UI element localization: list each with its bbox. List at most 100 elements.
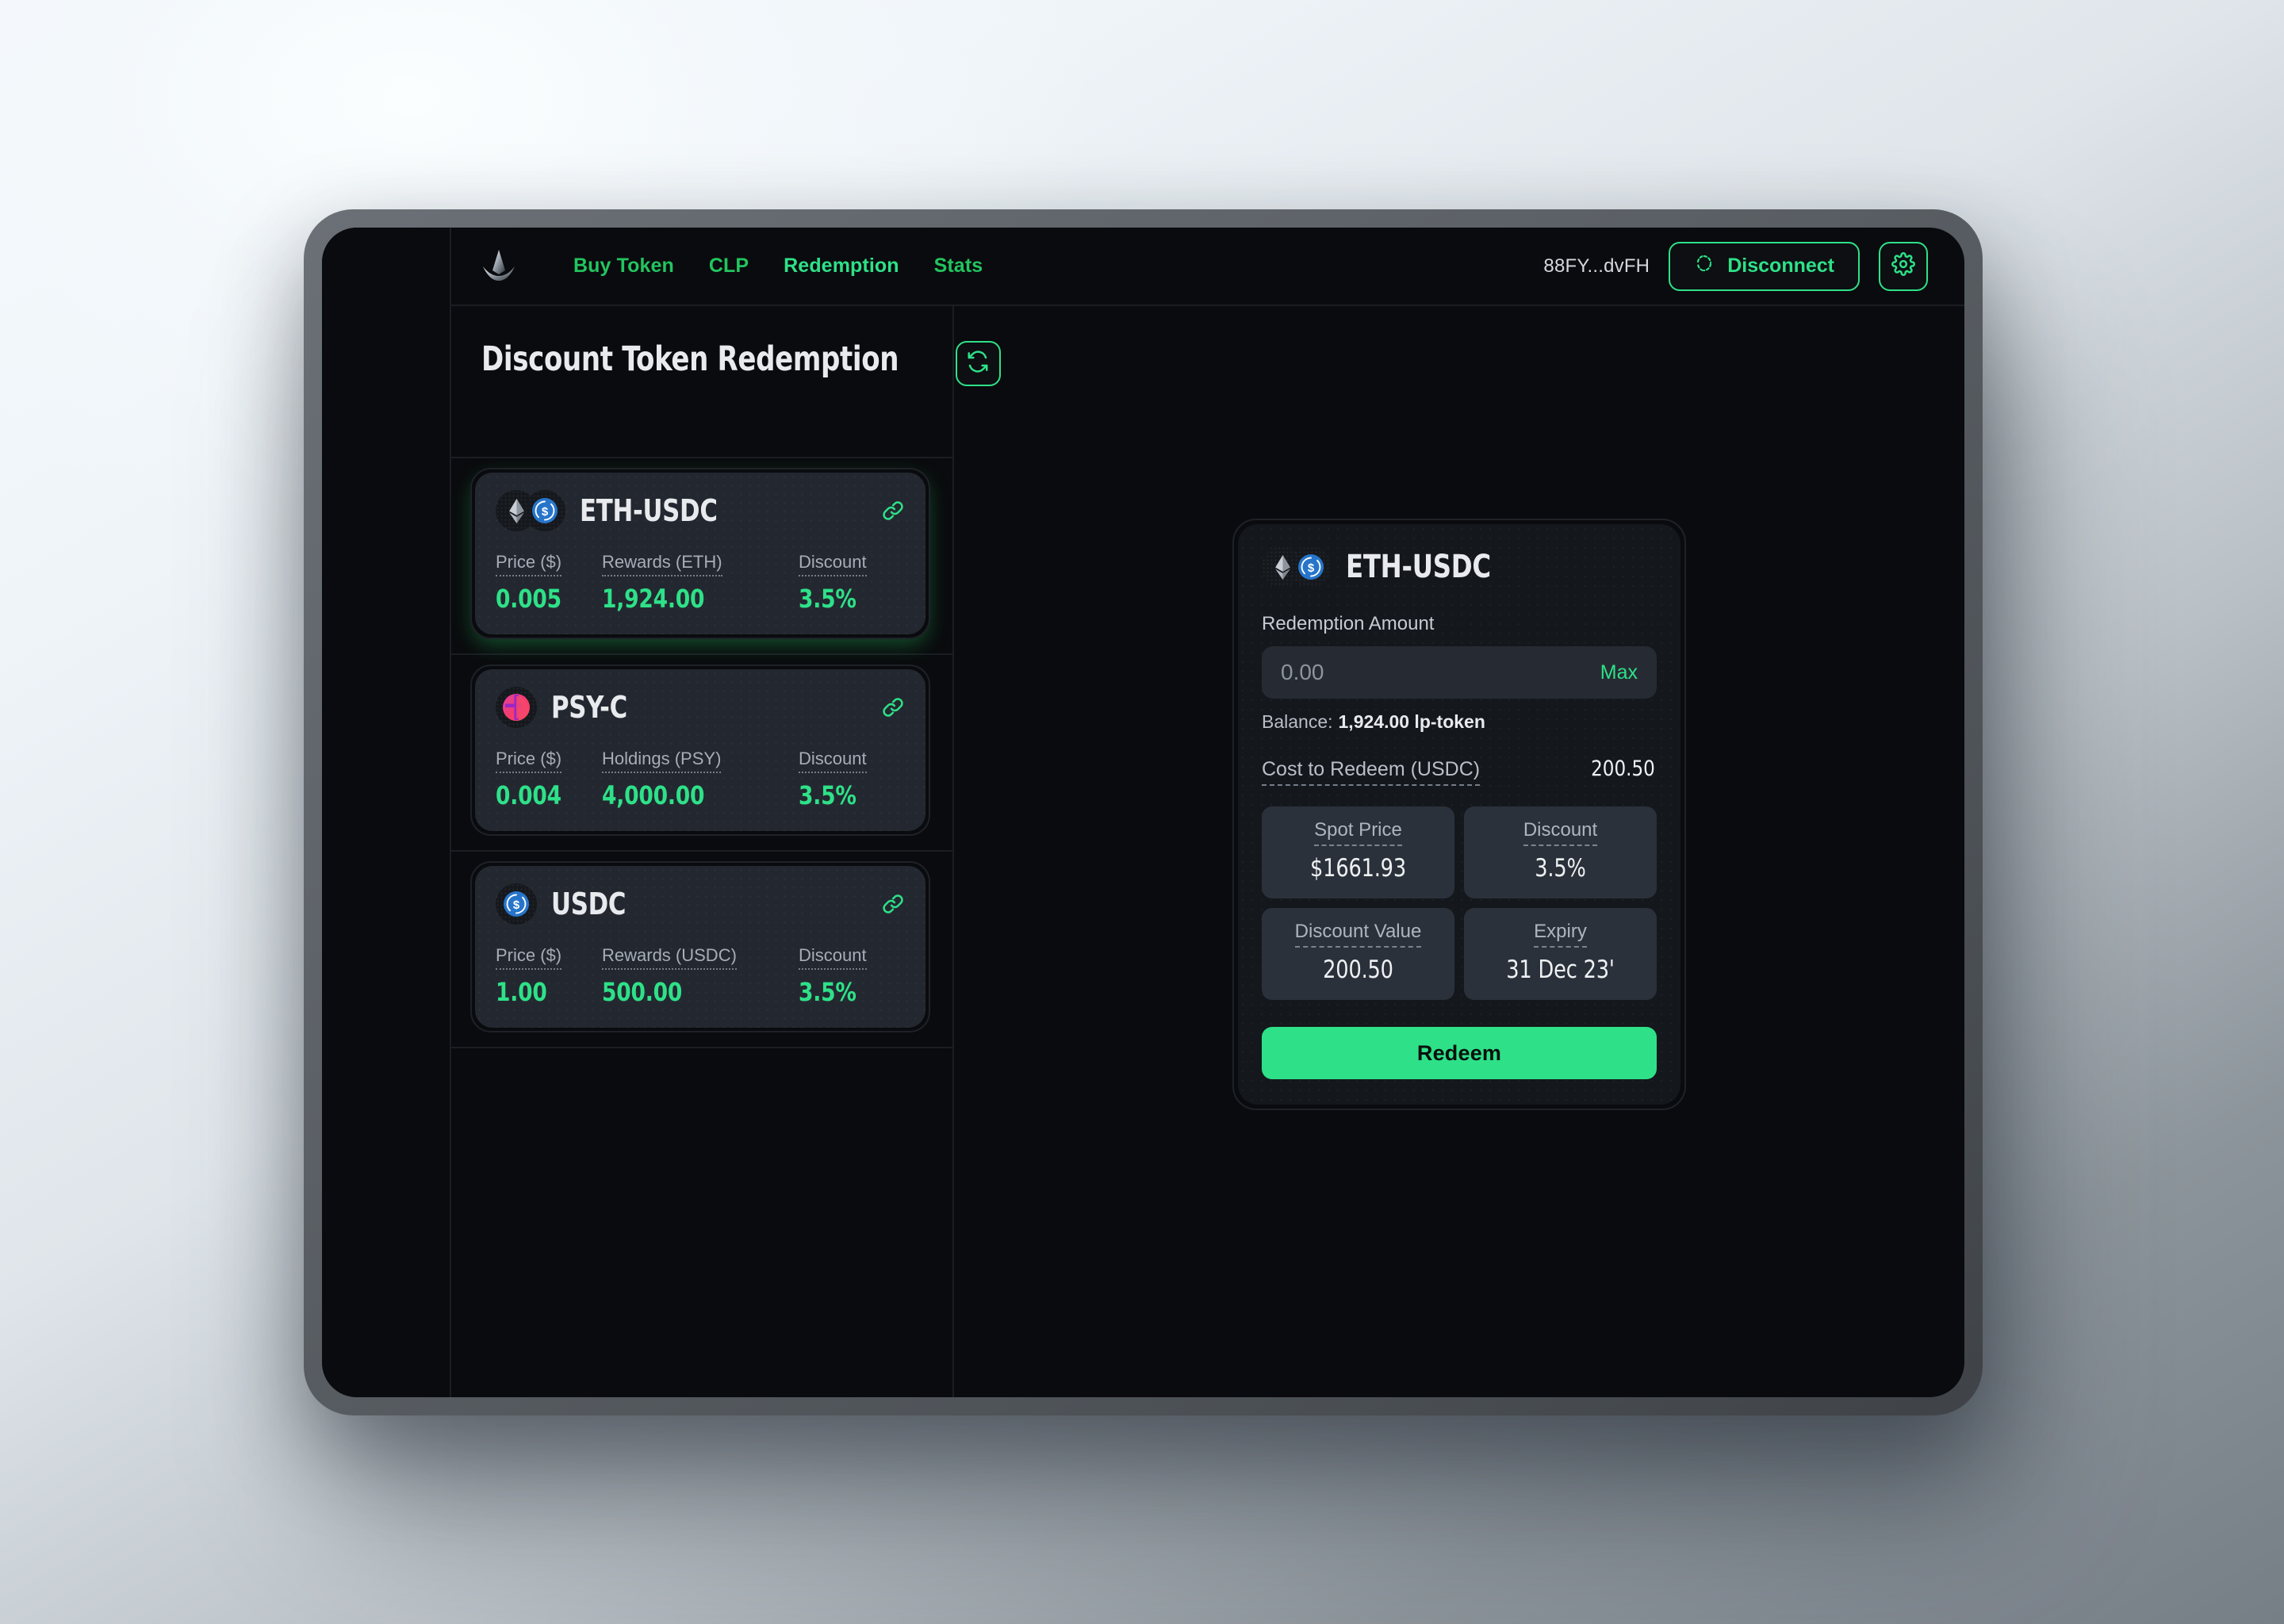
device-screen: Buy Token CLP Redemption Stats 88FY...dv… <box>322 228 1964 1397</box>
stat-box-label: Discount <box>1523 819 1598 846</box>
wallet-address: 88FY...dvFH <box>1543 255 1650 277</box>
token-stats-row: Price ($) 0.005 Rewards (ETH) 1,924.00 D… <box>496 552 905 614</box>
svg-text:$: $ <box>1308 561 1315 575</box>
token-section: $ USDC Price ($) 1.00 Rewards (USDC) 500… <box>451 852 952 1048</box>
stat-box-expiry: Expiry 31 Dec 23' <box>1464 908 1657 1000</box>
stat-price: Price ($) 1.00 <box>496 945 602 1007</box>
token-card-header: $ ETH-USDC <box>496 490 905 531</box>
nav-link-stats[interactable]: Stats <box>917 247 1001 285</box>
token-card-psy-c[interactable]: PSY-C Price ($) 0.004 Holdings (PSY) 4,0… <box>475 669 925 831</box>
stat-price: Price ($) 0.004 <box>496 749 602 810</box>
broken-link-icon <box>1694 253 1715 279</box>
balance-row: Balance: 1,924.00 lp-token <box>1262 711 1657 733</box>
token-card-wrapper-usdc: $ USDC Price ($) 1.00 Rewards (USDC) 500… <box>470 861 930 1032</box>
settings-button[interactable] <box>1879 241 1928 291</box>
stat-value: 3.5% <box>799 584 856 614</box>
redemption-panel: $ ETH-USDC Redemption Amount Max <box>1238 524 1680 1105</box>
token-card-header: $ USDC <box>496 883 905 925</box>
external-link-icon[interactable] <box>881 892 905 916</box>
stat-label: Holdings (PSY) <box>602 749 722 773</box>
token-card-wrapper-psy-c: PSY-C Price ($) 0.004 Holdings (PSY) 4,0… <box>470 665 930 836</box>
stat-label: Discount <box>799 945 867 970</box>
balance-label: Balance: <box>1262 711 1333 732</box>
nav-link-clp[interactable]: CLP <box>692 247 766 285</box>
redemption-panel-wrapper: $ ETH-USDC Redemption Amount Max <box>1232 519 1686 1110</box>
stat-box-spot-price: Spot Price $1661.93 <box>1262 806 1454 898</box>
stat-box-value: 200.50 <box>1323 956 1393 984</box>
token-card-header: PSY-C <box>496 687 905 728</box>
cost-to-redeem-label: Cost to Redeem (USDC) <box>1262 758 1481 786</box>
gear-icon <box>1891 252 1915 280</box>
stat-box-value: 31 Dec 23' <box>1506 956 1615 984</box>
stat-label: Price ($) <box>496 749 562 773</box>
stat-value: 3.5% <box>799 780 856 810</box>
stat-box-discount: Discount 3.5% <box>1464 806 1657 898</box>
disconnect-label: Disconnect <box>1727 255 1834 277</box>
redemption-stat-grid: Spot Price $1661.93 Discount 3.5% Discou… <box>1262 806 1657 1000</box>
disconnect-button[interactable]: Disconnect <box>1669 241 1860 291</box>
tablet-device-frame: Buy Token CLP Redemption Stats 88FY...dv… <box>304 209 1983 1415</box>
stat-discount: Discount 3.5% <box>799 749 867 810</box>
left-edge-gutter <box>322 228 451 1397</box>
stat-label: Rewards (USDC) <box>602 945 737 970</box>
token-stats-row: Price ($) 0.004 Holdings (PSY) 4,000.00 … <box>496 749 905 810</box>
coin-icon-stack: $ <box>1262 546 1332 588</box>
stat-discount: Discount 3.5% <box>799 945 867 1007</box>
application-root: Buy Token CLP Redemption Stats 88FY...dv… <box>451 228 1964 1397</box>
redemption-token-name: ETH-USDC <box>1346 549 1491 585</box>
usdc-coin-icon: $ <box>524 490 565 531</box>
coin-icon-stack <box>496 687 537 728</box>
token-section: PSY-C Price ($) 0.004 Holdings (PSY) 4,0… <box>451 655 952 852</box>
stat-label: Price ($) <box>496 552 562 576</box>
stat-box-label: Discount Value <box>1294 921 1422 948</box>
nav-link-redemption[interactable]: Redemption <box>766 247 916 285</box>
usdc-coin-icon: $ <box>1290 546 1332 588</box>
cost-to-redeem-row: Cost to Redeem (USDC) 200.50 <box>1262 756 1657 786</box>
stat-value: 0.004 <box>496 780 561 810</box>
redemption-panel-header: $ ETH-USDC <box>1262 546 1657 588</box>
psy-coin-icon <box>496 687 537 728</box>
nav-right-group: 88FY...dvFH Disconnect <box>1543 241 1928 291</box>
token-list-empty-area <box>451 1048 952 1397</box>
top-navbar: Buy Token CLP Redemption Stats 88FY...dv… <box>451 228 1964 304</box>
balance-value: 1,924.00 lp-token <box>1338 711 1485 732</box>
coin-icon-stack: $ <box>496 490 565 531</box>
stat-label: Price ($) <box>496 945 562 970</box>
redemption-amount-input[interactable] <box>1281 660 1600 685</box>
trident-logo-icon[interactable] <box>481 248 516 285</box>
token-card-eth-usdc[interactable]: $ ETH-USDC Price ($) 0.005 Rewards (ETH)… <box>475 473 925 634</box>
redemption-amount-label: Redemption Amount <box>1262 613 1435 634</box>
coin-icon-stack: $ <box>496 883 537 925</box>
redemption-amount-field[interactable]: Max <box>1262 646 1657 699</box>
stat-box-value: $1661.93 <box>1310 854 1406 883</box>
nav-links: Buy Token CLP Redemption Stats <box>556 247 1000 285</box>
stat-holdings: Holdings (PSY) 4,000.00 <box>602 749 799 810</box>
stat-value: 3.5% <box>799 977 856 1007</box>
page-header: Discount Token Redemption <box>451 306 1001 458</box>
token-name: PSY-C <box>551 690 627 725</box>
stat-value: 4,000.00 <box>602 780 705 810</box>
stat-label: Discount <box>799 552 867 576</box>
stat-price: Price ($) 0.005 <box>496 552 602 614</box>
external-link-icon[interactable] <box>881 695 905 719</box>
svg-text:$: $ <box>513 898 520 912</box>
nav-link-buy-token[interactable]: Buy Token <box>556 247 692 285</box>
redeem-button[interactable]: Redeem <box>1262 1027 1657 1079</box>
stat-value: 0.005 <box>496 584 561 614</box>
stat-rewards: Rewards (USDC) 500.00 <box>602 945 799 1007</box>
external-link-icon[interactable] <box>881 499 905 523</box>
token-list-column: Discount Token Redemption $ ETH-USDC Pri… <box>451 304 1001 1397</box>
stat-label: Discount <box>799 749 867 773</box>
page-title: Discount Token Redemption <box>481 339 899 379</box>
stat-discount: Discount 3.5% <box>799 552 867 614</box>
stat-rewards: Rewards (ETH) 1,924.00 <box>602 552 799 614</box>
stat-value: 1.00 <box>496 977 547 1007</box>
stat-label: Rewards (ETH) <box>602 552 722 576</box>
stat-value: 500.00 <box>602 977 683 1007</box>
stat-box-label: Spot Price <box>1314 819 1402 846</box>
stat-box-label: Expiry <box>1534 921 1587 948</box>
max-button[interactable]: Max <box>1600 661 1638 684</box>
main-content: Discount Token Redemption $ ETH-USDC Pri… <box>451 304 1964 1397</box>
token-card-usdc[interactable]: $ USDC Price ($) 1.00 Rewards (USDC) 500… <box>475 866 925 1028</box>
stat-box-discount-value: Discount Value 200.50 <box>1262 908 1454 1000</box>
